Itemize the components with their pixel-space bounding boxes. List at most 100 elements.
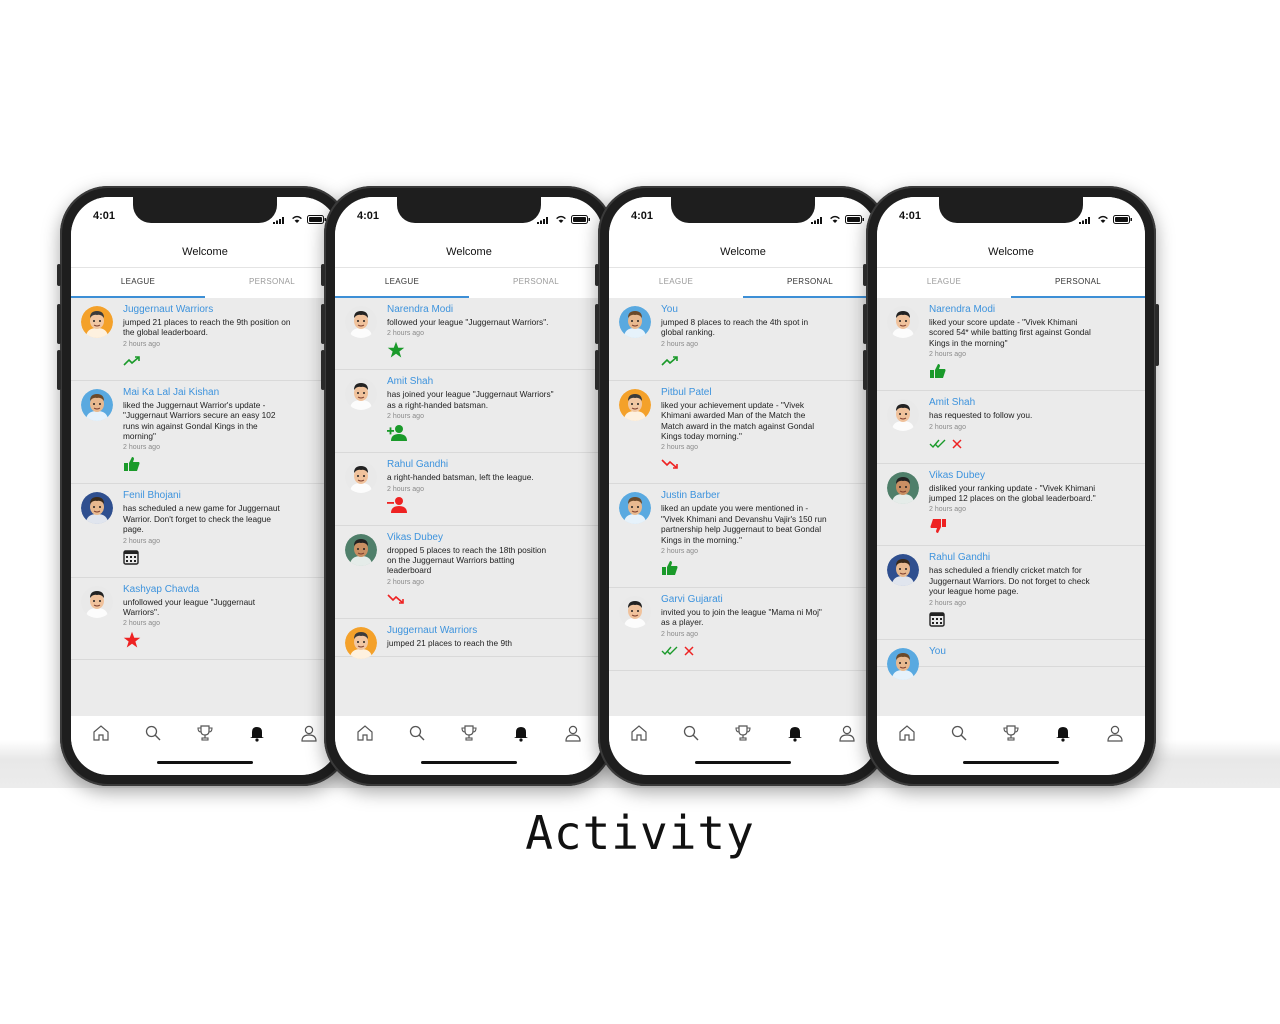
tab-league[interactable]: LEAGUE <box>335 268 469 298</box>
avatar[interactable] <box>887 306 919 338</box>
tab-league[interactable]: LEAGUE <box>877 268 1011 298</box>
tab-league[interactable]: LEAGUE <box>609 268 743 298</box>
user-name-link[interactable]: Rahul Gandhi <box>929 552 1145 564</box>
search-icon[interactable] <box>142 722 164 744</box>
user-name-link[interactable]: Juggernaut Warriors <box>123 304 339 316</box>
avatar[interactable] <box>345 306 377 338</box>
activity-item[interactable]: Amit Shah has joined your league "Juggern… <box>335 370 603 454</box>
user-name-link[interactable]: Garvi Gujarati <box>661 594 877 606</box>
user-name-link[interactable]: Pitbul Patel <box>661 387 877 399</box>
reject-icon[interactable] <box>951 437 963 455</box>
profile-icon[interactable] <box>836 722 858 744</box>
activity-item[interactable]: Garvi Gujarati invited you to join the le… <box>609 588 877 671</box>
activity-feed[interactable]: Narendra Modi liked your score update - "… <box>877 298 1145 716</box>
avatar[interactable] <box>81 388 113 421</box>
activity-feed[interactable]: Juggernaut Warriors jumped 21 places to r… <box>71 298 339 716</box>
trophy-icon[interactable] <box>732 722 754 744</box>
activity-item[interactable]: Vikas Dubey dropped 5 places to reach the… <box>335 525 603 619</box>
search-icon[interactable] <box>406 722 428 744</box>
search-icon[interactable] <box>948 722 970 744</box>
user-name-link[interactable]: Mai Ka Lal Jai Kishan <box>123 387 339 399</box>
tab-personal[interactable]: PERSONAL <box>205 268 339 298</box>
activity-item[interactable]: You jumped 8 places to reach the 4th spot… <box>609 298 877 381</box>
home-icon[interactable] <box>896 722 918 744</box>
user-name-link[interactable]: Rahul Gandhi <box>387 459 603 471</box>
avatar[interactable] <box>619 388 651 421</box>
user-name-link[interactable]: Narendra Modi <box>387 304 603 316</box>
wifi-icon <box>1097 211 1109 229</box>
bell-icon[interactable] <box>510 722 532 744</box>
user-name-link[interactable]: Kashyap Chavda <box>123 584 339 596</box>
bell-icon[interactable] <box>784 722 806 744</box>
timestamp: 2 hours ago <box>929 599 966 607</box>
activity-item[interactable]: Vikas Dubey disliked your ranking update … <box>877 463 1145 547</box>
activity-item[interactable]: Amit Shah has requested to follow you. 2 h… <box>877 391 1145 464</box>
activity-item[interactable]: Rahul Gandhi has scheduled a friendly cri… <box>877 546 1145 640</box>
user-name-link[interactable]: Narendra Modi <box>929 304 1145 316</box>
profile-icon[interactable] <box>562 722 584 744</box>
tab-personal[interactable]: PERSONAL <box>469 268 603 298</box>
activity-item[interactable]: Narendra Modi liked your score update - "… <box>877 298 1145 392</box>
activity-item[interactable]: You <box>877 639 1145 680</box>
reject-icon[interactable] <box>683 644 695 662</box>
activity-item[interactable]: Juggernaut Warriors jumped 21 places to r… <box>335 618 603 659</box>
user-name-link[interactable]: Justin Barber <box>661 490 877 502</box>
avatar[interactable] <box>81 492 113 525</box>
trophy-icon[interactable] <box>458 722 480 744</box>
trophy-icon[interactable] <box>1000 722 1022 744</box>
tab-personal[interactable]: PERSONAL <box>743 268 877 298</box>
activity-feed[interactable]: You jumped 8 places to reach the 4th spot… <box>609 298 877 716</box>
activity-item[interactable]: Juggernaut Warriors jumped 21 places to r… <box>71 298 339 381</box>
avatar[interactable] <box>81 306 113 338</box>
activity-item[interactable]: Justin Barber liked an update you were me… <box>609 484 877 589</box>
home-icon[interactable] <box>90 722 112 744</box>
user-name-link[interactable]: Amit Shah <box>929 397 1145 409</box>
activity-item[interactable]: Kashyap Chavda unfollowed your league "Ju… <box>71 577 339 661</box>
avatar[interactable] <box>619 596 651 629</box>
avatar[interactable] <box>619 492 651 525</box>
avatar[interactable] <box>619 306 651 338</box>
thumbs-up-icon <box>661 560 679 581</box>
user-name-link[interactable]: Vikas Dubey <box>387 532 603 544</box>
notch <box>133 197 277 223</box>
activity-item[interactable]: Rahul Gandhi a right-handed batsman, left… <box>335 453 603 526</box>
page-title: Welcome <box>446 246 492 258</box>
accept-icon[interactable] <box>661 644 679 662</box>
user-name-link[interactable]: You <box>929 646 1145 658</box>
avatar[interactable] <box>345 533 377 566</box>
profile-icon[interactable] <box>1104 722 1126 744</box>
bell-icon[interactable] <box>1052 722 1074 744</box>
activity-text: liked your score update - "Vivek Khimani… <box>929 317 1091 348</box>
activity-item[interactable]: Fenil Bhojani has scheduled a new game fo… <box>71 484 339 578</box>
volume-down-button <box>863 350 867 390</box>
avatar[interactable] <box>887 471 919 504</box>
activity-item[interactable]: Narendra Modi followed your league "Jugge… <box>335 298 603 371</box>
bell-icon[interactable] <box>246 722 268 744</box>
activity-feed[interactable]: Narendra Modi followed your league "Jugge… <box>335 298 603 716</box>
accept-icon[interactable] <box>929 437 947 455</box>
user-name-link[interactable]: You <box>661 304 877 316</box>
activity-item[interactable]: Pitbul Patel liked your achievement updat… <box>609 380 877 485</box>
avatar[interactable] <box>887 554 919 587</box>
avatar[interactable] <box>345 378 377 411</box>
profile-icon[interactable] <box>298 722 320 744</box>
home-icon[interactable] <box>628 722 650 744</box>
activity-text: jumped 21 places to reach the 9th <box>387 637 512 648</box>
avatar[interactable] <box>345 461 377 494</box>
timestamp: 2 hours ago <box>387 330 424 338</box>
user-name-link[interactable]: Vikas Dubey <box>929 470 1145 482</box>
user-name-link[interactable]: Fenil Bhojani <box>123 490 339 502</box>
avatar[interactable] <box>81 585 113 618</box>
tab-personal[interactable]: PERSONAL <box>1011 268 1145 298</box>
tab-league[interactable]: LEAGUE <box>71 268 205 298</box>
activity-item[interactable]: Mai Ka Lal Jai Kishan liked the Juggernau… <box>71 380 339 485</box>
trophy-icon[interactable] <box>194 722 216 744</box>
avatar[interactable] <box>887 399 919 432</box>
avatar[interactable] <box>887 647 919 680</box>
search-icon[interactable] <box>680 722 702 744</box>
user-name-link[interactable]: Amit Shah <box>387 376 603 388</box>
avatar[interactable] <box>345 626 377 659</box>
nav-bar: Welcome <box>877 237 1145 268</box>
home-icon[interactable] <box>354 722 376 744</box>
user-name-link[interactable]: Juggernaut Warriors <box>387 625 603 637</box>
